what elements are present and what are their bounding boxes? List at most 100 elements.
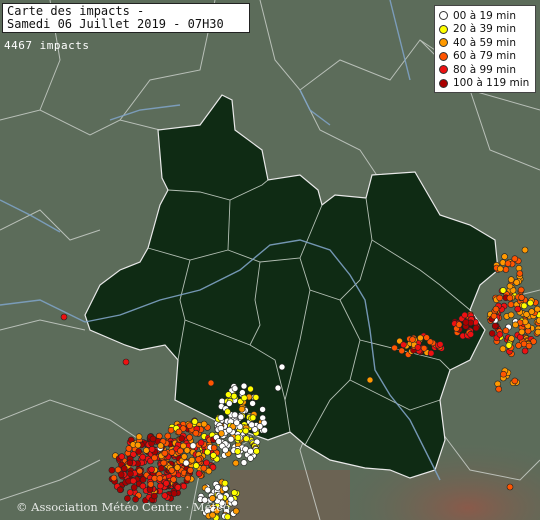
strike-dot (189, 442, 197, 450)
strike-dot (108, 466, 116, 474)
strike-dot (187, 466, 194, 474)
strike-dot (527, 299, 534, 307)
strike-dot (157, 482, 164, 490)
strike-dot (197, 439, 205, 447)
strike-dot (490, 312, 498, 320)
strike-dot (491, 322, 499, 330)
strike-dot (462, 318, 470, 326)
strike-dot (400, 341, 407, 349)
strike-dot (230, 392, 238, 400)
strike-dot (233, 419, 240, 427)
strike-dot (139, 453, 146, 461)
strike-dot (118, 453, 126, 460)
strike-dot (520, 302, 528, 310)
strike-dot (207, 379, 215, 387)
strike-dot (505, 342, 513, 349)
strike-dot (507, 311, 515, 319)
strike-dot (168, 467, 176, 474)
strike-dot (506, 483, 514, 491)
strike-dot (495, 385, 503, 393)
strike-dot (423, 334, 430, 341)
legend-item: 100 à 119 min (439, 77, 531, 91)
strike-dot (135, 433, 143, 441)
strike-dot (528, 308, 536, 315)
strike-dot (507, 276, 515, 283)
legend-label: 100 à 119 min (453, 77, 530, 90)
legend-item: 60 à 79 min (439, 50, 531, 64)
strike-dot (134, 441, 142, 449)
legend-item: 00 à 19 min (439, 9, 531, 23)
strike-dot (247, 385, 254, 393)
strike-dot (242, 427, 250, 435)
strike-dot (502, 327, 510, 335)
strike-dot (514, 305, 522, 313)
strike-dot (252, 394, 260, 401)
strike-dot (274, 384, 282, 392)
strike-dot (534, 305, 540, 313)
strike-dot (217, 493, 224, 501)
strike-dot (516, 270, 524, 277)
strike-dot (205, 467, 213, 475)
strike-dot (391, 344, 398, 352)
strike-dot (188, 456, 196, 464)
strike-dot (513, 279, 521, 286)
strike-dot (496, 294, 504, 302)
strike-dot (130, 484, 138, 491)
strike-dot (148, 466, 155, 473)
strike-dot (508, 335, 515, 342)
strike-dot (507, 301, 515, 308)
strike-dot (170, 490, 178, 497)
strike-dot (511, 377, 519, 385)
strike-dot (182, 459, 190, 467)
strike-dot (506, 294, 514, 302)
strike-dot (139, 482, 147, 490)
strike-dot (259, 406, 266, 413)
strike-dot (248, 421, 255, 429)
title-box: Carte des impacts - Samedi 06 Juillet 20… (2, 3, 250, 33)
strike-dot (126, 489, 134, 496)
strike-dot (518, 328, 526, 336)
strike-dot (518, 294, 525, 301)
lightning-map: Carte des impacts - Samedi 06 Juillet 20… (0, 0, 540, 520)
strike-dot (160, 459, 167, 467)
strike-dot (414, 344, 422, 351)
strike-dot (127, 470, 134, 478)
strike-dot (170, 476, 177, 483)
strike-dot (240, 382, 248, 390)
strike-dot (221, 479, 229, 487)
strike-dot (278, 363, 286, 371)
strike-dot (472, 324, 480, 332)
legend-dot-icon (439, 65, 448, 75)
legend-dot-icon (439, 78, 448, 88)
strike-dot (195, 470, 203, 477)
legend-dot-icon (439, 38, 448, 48)
copyright-credit: © Association Météo Centre · Météo (16, 500, 230, 514)
strike-dot (488, 330, 496, 337)
strike-dot (136, 467, 143, 475)
strike-dot (253, 447, 260, 455)
strike-dot (461, 311, 469, 319)
strike-dot (500, 370, 507, 378)
legend-dot-icon (439, 24, 448, 34)
strike-dot (366, 376, 374, 384)
strike-dot (243, 435, 250, 443)
impact-count: 4467 impacts (4, 39, 90, 52)
strike-dot (535, 317, 540, 324)
legend-label: 20 à 39 min (453, 23, 516, 36)
strike-dot (186, 422, 193, 430)
strike-dot (210, 452, 217, 459)
strike-dot (195, 456, 202, 463)
time-legend: 00 à 19 min 20 à 39 min 40 à 59 min 60 à… (434, 5, 536, 93)
legend-item: 80 à 99 min (439, 63, 531, 77)
map-date: Samedi 06 Juillet 2019 - 07H30 (7, 17, 224, 31)
strike-dot (148, 445, 156, 453)
strike-dot (249, 400, 256, 407)
strike-dot (499, 345, 507, 353)
strike-dot (504, 260, 512, 267)
legend-item: 40 à 59 min (439, 36, 531, 50)
strike-dot (231, 385, 239, 392)
strike-dot (180, 482, 188, 490)
strike-dot (139, 476, 147, 483)
strike-dot (125, 445, 133, 452)
strike-dot (126, 459, 134, 467)
